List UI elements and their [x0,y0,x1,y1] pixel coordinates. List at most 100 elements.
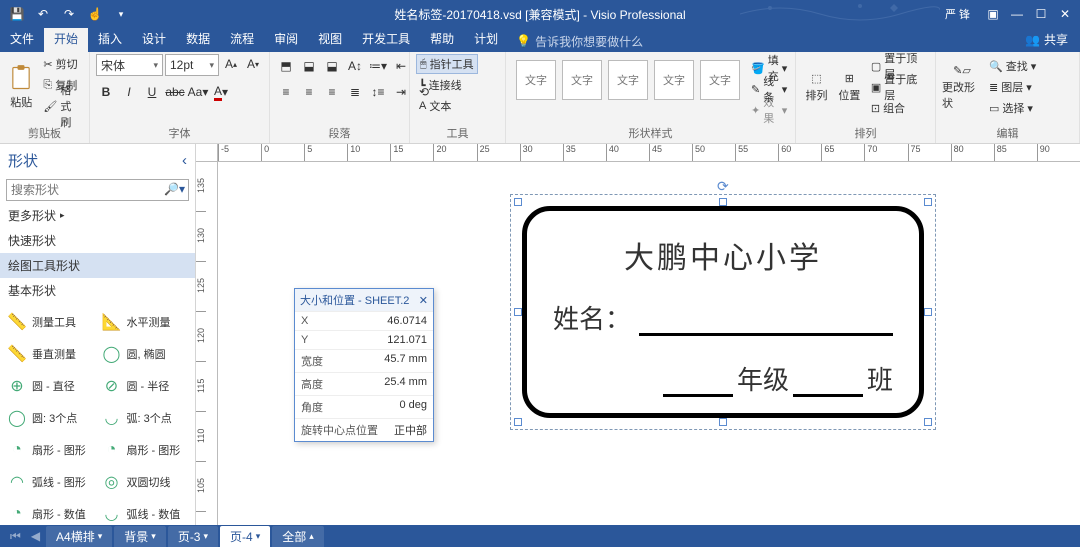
send-back-button[interactable]: ▣置于底层 [868,77,929,97]
align-left-button[interactable]: ≡ [276,82,296,102]
tab-plan[interactable]: 计划 [464,26,508,52]
style-swatch[interactable]: 文字 [516,60,556,100]
tab-insert[interactable]: 插入 [88,26,132,52]
tab-dev[interactable]: 开发工具 [352,26,420,52]
resize-handle-w[interactable] [514,308,522,316]
shape-stencil-item[interactable]: ◔扇形 - 图形 [99,437,192,463]
tab-file[interactable]: 文件 [0,26,44,52]
shape-stencil-item[interactable]: ◠弧线 - 图形 [4,469,97,495]
shape-stencil-item[interactable]: 📐水平测量 [99,309,192,335]
text-tool-button[interactable]: A文本 [416,96,478,116]
resize-handle-n[interactable] [719,198,727,206]
align-right-button[interactable]: ≡ [322,82,342,102]
undo-icon[interactable]: ↶ [32,3,54,25]
strike-button[interactable]: abc [165,82,185,102]
italic-button[interactable]: I [119,82,139,102]
cut-button[interactable]: ✂剪切 [40,54,83,74]
font-family-combo[interactable]: 宋体▾ [96,54,163,76]
sizepos-row[interactable]: 高度25.4 mm [295,372,433,395]
more-shapes-cat[interactable]: 更多形状▸ [0,203,195,228]
shape-stencil-item[interactable]: ◔扇形 - 数值 [4,501,97,525]
shapes-search-input[interactable] [6,179,189,201]
align-middle-button[interactable]: ⬓ [299,56,319,76]
shape-stencil-item[interactable]: ◡弧: 3个点 [99,405,192,431]
align-top-button[interactable]: ⬒ [276,56,296,76]
change-shape-button[interactable]: ✎▱更改形状 [942,54,982,120]
tab-review[interactable]: 审阅 [264,26,308,52]
resize-handle-sw[interactable] [514,418,522,426]
size-position-window[interactable]: 大小和位置 - SHEET.2 ✕ X46.0714Y121.071宽度45.7… [294,288,434,442]
page-tab-3[interactable]: 页-3▾ [168,526,218,547]
close-icon[interactable]: ✕ [1054,3,1076,25]
shape-stencil-item[interactable]: 📏测量工具 [4,309,97,335]
search-icon[interactable]: 🔎▾ [164,182,185,196]
minimize-icon[interactable]: — [1006,3,1028,25]
share-button[interactable]: 👥 共享 [1013,27,1080,52]
resize-handle-ne[interactable] [924,198,932,206]
rotate-handle-icon[interactable]: ⟳ [717,178,729,195]
basic-shapes-cat[interactable]: 基本形状 [0,278,195,303]
indent-inc-button[interactable]: ⇥ [391,82,411,102]
tab-nav-prev[interactable]: ◀ [27,529,44,543]
shape-stencil-item[interactable]: ⊕圆 - 直径 [4,373,97,399]
format-painter-button[interactable]: 🖌格式刷 [40,96,83,116]
bullets-button[interactable]: ≔▾ [368,56,388,76]
tab-design[interactable]: 设计 [132,26,176,52]
shape-stencil-item[interactable]: ◯圆, 椭圆 [99,341,192,367]
drawing-canvas[interactable]: -5051015202530354045505560657075808590 1… [196,144,1080,525]
tab-nav-first[interactable]: ⏮ [6,529,25,544]
shape-stencil-item[interactable]: ◡弧线 - 数值 [99,501,192,525]
page-tab-bg[interactable]: 背景▾ [114,526,166,547]
layer-button[interactable]: ≣图层▾ [986,77,1039,97]
position-button[interactable]: ⊞位置 [835,54,864,120]
page-tab-all[interactable]: 全部▴ [272,526,324,547]
style-swatch[interactable]: 文字 [700,60,740,100]
sizepos-row[interactable]: 宽度45.7 mm [295,349,433,372]
pointer-tool-button[interactable]: 🖱指针工具 [416,54,478,74]
group-button[interactable]: ⊡组合 [868,98,929,118]
sizepos-row[interactable]: Y121.071 [295,330,433,349]
drawing-page[interactable]: ⟳ 大鹏中心小学 姓名： 年级 班 [218,162,1080,525]
sizepos-row[interactable]: X46.0714 [295,311,433,330]
paste-button[interactable]: 粘贴 [6,54,36,120]
font-color-button[interactable]: A▾ [211,82,231,102]
effects-button[interactable]: ✦效果▾ [748,100,790,120]
tab-data[interactable]: 数据 [176,26,220,52]
resize-handle-e[interactable] [924,308,932,316]
tab-start[interactable]: 开始 [44,26,88,52]
case-button[interactable]: Aa▾ [188,82,208,102]
align-bottom-button[interactable]: ⬓ [322,56,342,76]
style-swatch[interactable]: 文字 [654,60,694,100]
close-icon[interactable]: ✕ [419,294,428,307]
arrange-button[interactable]: ⬚排列 [802,54,831,120]
shape-stencil-item[interactable]: 📏垂直测量 [4,341,97,367]
line-spacing-button[interactable]: ↕≡ [368,82,388,102]
redo-icon[interactable]: ↷ [58,3,80,25]
justify-button[interactable]: ≣ [345,82,365,102]
page-tab-layout[interactable]: A4横排▾ [46,526,112,547]
selected-shape[interactable]: ⟳ 大鹏中心小学 姓名： 年级 班 [518,202,928,422]
resize-handle-se[interactable] [924,418,932,426]
collapse-icon[interactable]: ‹ [182,152,187,169]
underline-button[interactable]: U [142,82,162,102]
shape-stencil-item[interactable]: ⊘圆 - 半径 [99,373,192,399]
shape-stencil-item[interactable]: ◎双圆切线 [99,469,192,495]
draw-tool-shapes-cat[interactable]: 绘图工具形状 [0,253,195,278]
style-swatch[interactable]: 文字 [608,60,648,100]
orientation-button[interactable]: A↕ [345,56,365,76]
quick-shapes-cat[interactable]: 快速形状 [0,228,195,253]
user-name[interactable]: 严 锋 [945,6,970,22]
connector-tool-button[interactable]: ┗连接线 [416,75,478,95]
sizepos-row[interactable]: 旋转中心点位置正中部 [295,418,433,441]
find-button[interactable]: 🔍查找▾ [986,56,1039,76]
sizepos-row[interactable]: 角度0 deg [295,395,433,418]
style-gallery[interactable]: 文字 文字 文字 文字 文字 [512,54,744,106]
style-swatch[interactable]: 文字 [562,60,602,100]
name-card[interactable]: 大鹏中心小学 姓名： 年级 班 [522,206,924,418]
tab-process[interactable]: 流程 [220,26,264,52]
resize-handle-nw[interactable] [514,198,522,206]
bold-button[interactable]: B [96,82,116,102]
grow-font-button[interactable]: A▴ [221,54,241,74]
qat-dropdown-icon[interactable]: ▾ [110,3,132,25]
maximize-icon[interactable]: ☐ [1030,3,1052,25]
